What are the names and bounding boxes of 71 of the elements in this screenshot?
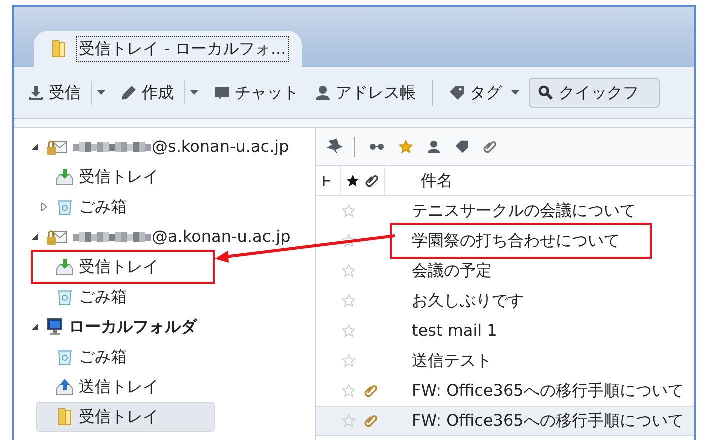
folder-name[interactable]: ごみ箱 <box>79 345 127 369</box>
toolbar-button[interactable]: チャット <box>208 78 305 108</box>
caret-icon <box>190 90 199 96</box>
message-subject[interactable]: 送信テスト <box>412 349 492 373</box>
message-subject[interactable]: お久しぶりです <box>412 289 524 313</box>
caret-icon <box>97 90 106 96</box>
folder-icon <box>56 408 74 426</box>
message-subject[interactable]: test mail 1 <box>412 319 498 343</box>
folder-tab[interactable]: 受信トレイ - ローカルフォ... <box>34 31 302 67</box>
toolbar-button[interactable]: タグ <box>443 78 508 108</box>
message-subject[interactable]: FW: Office365への移行手順について <box>412 379 684 403</box>
star-icon[interactable] <box>342 354 356 368</box>
chat-bubble-icon <box>214 84 230 100</box>
person-icon[interactable] <box>427 140 441 154</box>
download-icon <box>28 84 44 100</box>
message-subject[interactable]: テニスサークルの会議について <box>412 199 636 223</box>
star-icon[interactable] <box>342 324 356 338</box>
outbox-tray-icon <box>56 378 74 396</box>
column-header[interactable]: 件名 <box>421 168 453 192</box>
person-icon <box>315 84 331 100</box>
folder-icon <box>50 40 68 58</box>
attachment-icon <box>364 384 378 398</box>
selected-folder-row[interactable]: 受信トレイ <box>36 402 215 432</box>
message-subject[interactable]: FW: Office365への移行手順について <box>412 409 684 433</box>
star-icon[interactable] <box>342 414 356 428</box>
inbox-tray-icon <box>56 168 74 186</box>
toolbar-button[interactable]: 受信 <box>22 78 87 108</box>
folder-name[interactable]: ローカルフォルダ <box>69 315 197 339</box>
glasses-icon[interactable] <box>369 142 385 152</box>
star-column-icon[interactable] <box>346 174 360 188</box>
toolbar-button[interactable]: アドレス帳 <box>309 78 422 108</box>
star-icon[interactable] <box>342 294 356 308</box>
folder-name[interactable]: @a.konan-u.ac.jp <box>152 225 291 249</box>
trash-can-icon <box>56 288 74 306</box>
star-icon[interactable] <box>342 234 356 248</box>
star-icon[interactable] <box>342 264 356 278</box>
collapsed-triangle-icon[interactable] <box>41 203 49 211</box>
folder-name[interactable]: 受信トレイ <box>79 255 159 279</box>
paperclip-icon <box>483 140 497 154</box>
trash-can-icon <box>56 198 74 216</box>
search-icon <box>538 84 554 100</box>
trash-can-icon <box>56 348 74 366</box>
message-subject[interactable]: 会議の予定 <box>412 259 492 283</box>
caret-icon <box>511 90 520 96</box>
toolbar-button[interactable]: 作成 <box>115 78 180 108</box>
computer-icon <box>46 318 64 336</box>
star-icon[interactable] <box>342 384 356 398</box>
message-subject[interactable]: 学園祭の打ち合わせについて <box>412 229 620 253</box>
expanded-triangle-icon[interactable] <box>31 323 39 331</box>
tag-icon <box>449 84 465 100</box>
star-icon[interactable] <box>399 140 413 154</box>
expanded-triangle-icon[interactable] <box>31 233 39 241</box>
pencil-icon <box>121 84 137 100</box>
tag-icon[interactable] <box>455 140 469 154</box>
quick-filter-button[interactable]: クイックフ <box>529 78 660 108</box>
thread-icon[interactable] <box>322 174 332 186</box>
folder-name[interactable]: 受信トレイ <box>79 405 159 429</box>
expanded-triangle-icon[interactable] <box>31 143 39 151</box>
attachment-column-icon <box>365 174 379 188</box>
attachment-icon <box>364 414 378 428</box>
selected-message-row[interactable]: FW: Office365への移行手順について <box>316 406 694 436</box>
folder-name[interactable]: ごみ箱 <box>79 285 127 309</box>
folder-name[interactable]: @s.konan-u.ac.jp <box>152 135 290 159</box>
folder-name[interactable]: 受信トレイ <box>79 165 159 189</box>
inbox-tray-icon <box>56 258 74 276</box>
folder-name[interactable]: 送信トレイ <box>79 375 159 399</box>
tab-title: 受信トレイ - ローカルフォ... <box>76 36 290 62</box>
mail-account-icon <box>46 138 68 156</box>
folder-name[interactable]: ごみ箱 <box>79 195 127 219</box>
star-icon[interactable] <box>342 204 356 218</box>
mail-account-icon <box>46 228 68 246</box>
